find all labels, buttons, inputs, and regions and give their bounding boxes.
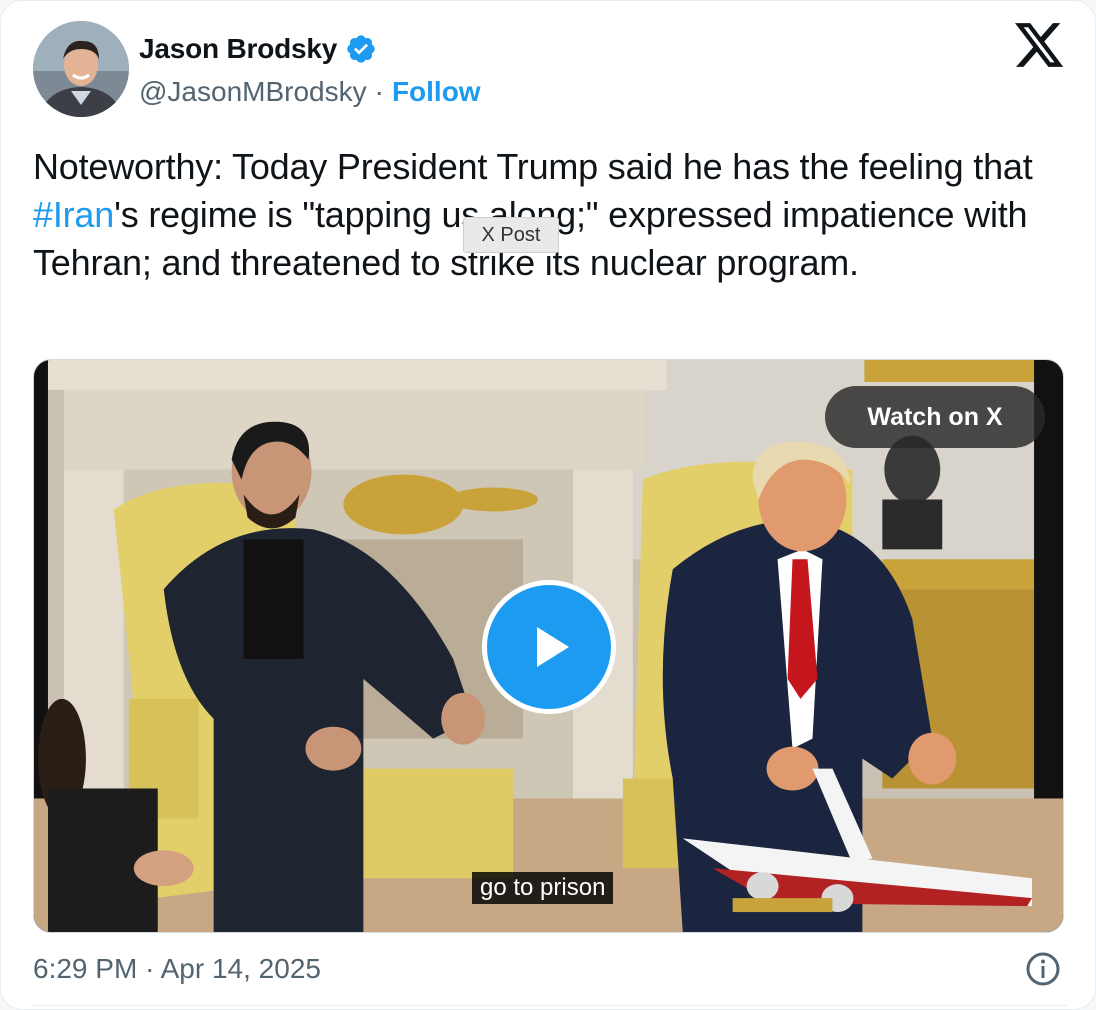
- verified-badge-icon: [347, 35, 375, 63]
- play-button[interactable]: [482, 580, 616, 714]
- play-icon: [537, 627, 569, 667]
- handle-separator: ·: [374, 76, 384, 107]
- tweet-header: Jason Brodsky @JasonMBrodsky · Follow: [33, 21, 1067, 121]
- avatar[interactable]: [33, 21, 129, 117]
- video-caption: go to prison: [472, 872, 614, 904]
- handle-row: @JasonMBrodsky · Follow: [139, 71, 481, 113]
- video-player[interactable]: Watch on X go to prison: [33, 359, 1064, 933]
- tooltip: X Post: [463, 217, 559, 253]
- hashtag-link[interactable]: #Iran: [33, 194, 114, 235]
- info-icon[interactable]: [1025, 951, 1061, 987]
- handle[interactable]: @JasonMBrodsky: [139, 76, 367, 108]
- tweet-card: Jason Brodsky @JasonMBrodsky · Follow No…: [0, 0, 1096, 1010]
- footer-divider: [33, 1005, 1067, 1006]
- follow-button[interactable]: Follow: [392, 76, 481, 108]
- name-row: Jason Brodsky: [139, 27, 481, 71]
- timestamp-time: 6:29 PM: [33, 953, 138, 984]
- tweet-text-part1: Noteworthy: Today President Trump said h…: [33, 146, 1033, 187]
- display-name[interactable]: Jason Brodsky: [139, 33, 337, 65]
- tweet-text: Noteworthy: Today President Trump said h…: [33, 143, 1073, 287]
- tweet-footer: 6:29 PM · Apr 14, 2025: [33, 949, 1067, 993]
- watch-on-x-button[interactable]: Watch on X: [825, 386, 1045, 448]
- timestamp-separator: ·: [145, 953, 155, 984]
- x-logo-icon[interactable]: [1015, 23, 1065, 69]
- timestamp[interactable]: 6:29 PM · Apr 14, 2025: [33, 953, 321, 985]
- author-info: Jason Brodsky @JasonMBrodsky · Follow: [139, 27, 481, 113]
- avatar-image: [33, 21, 129, 117]
- timestamp-date: Apr 14, 2025: [160, 953, 321, 984]
